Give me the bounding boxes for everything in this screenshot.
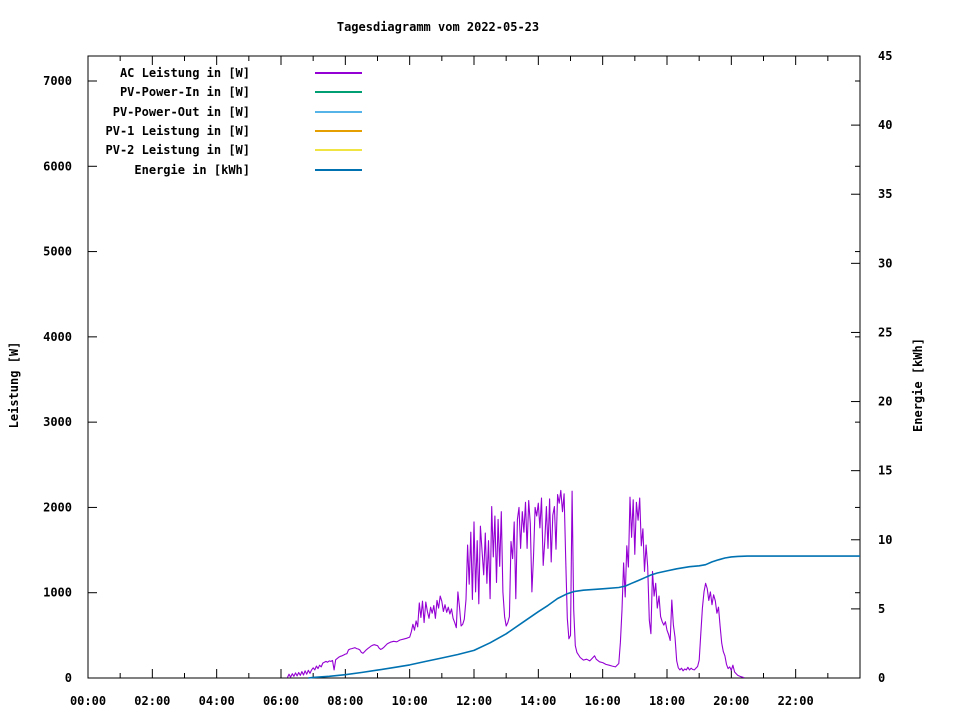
y-tick-label: 1000 <box>43 586 72 600</box>
y2-tick-label: 25 <box>878 325 892 339</box>
x-tick-label: 14:00 <box>520 694 556 708</box>
y-tick-label: 5000 <box>43 245 72 259</box>
y2-tick-label: 40 <box>878 118 892 132</box>
legend-item-ac: AC Leistung in [W] <box>90 66 370 80</box>
x-tick-label: 02:00 <box>134 694 170 708</box>
x-tick-label: 08:00 <box>327 694 363 708</box>
y2-tick-label: 0 <box>878 671 885 685</box>
legend-line-sample <box>315 130 362 132</box>
x-tick-label: 12:00 <box>456 694 492 708</box>
x-tick-label: 10:00 <box>392 694 428 708</box>
y2-tick-label: 20 <box>878 395 892 409</box>
y2-tick-label: 30 <box>878 256 892 270</box>
x-tick-label: 20:00 <box>713 694 749 708</box>
x-tick-label: 04:00 <box>199 694 235 708</box>
legend-label: PV-Power-In in [W] <box>119 85 250 99</box>
legend-item-pv1: PV-1 Leistung in [W] <box>90 124 370 138</box>
legend-label: PV-2 Leistung in [W] <box>105 143 251 157</box>
legend-label: AC Leistung in [W] <box>119 66 250 80</box>
legend-line-sample <box>315 91 362 93</box>
legend-item-energie: Energie in [kWh] <box>90 163 370 177</box>
x-tick-label: 22:00 <box>778 694 814 708</box>
y-tick-label: 7000 <box>43 74 72 88</box>
y-tick-label: 4000 <box>43 330 72 344</box>
series-ac-curve <box>286 489 745 679</box>
legend-item-pv-out: PV-Power-Out in [W] <box>90 105 370 119</box>
y2-tick-label: 35 <box>878 187 892 201</box>
chart-canvas: Tagesdiagramm vom 2022-05-23 Leistung [W… <box>0 0 960 720</box>
x-tick-label: 16:00 <box>585 694 621 708</box>
y2-tick-label: 15 <box>878 464 892 478</box>
y-tick-label: 2000 <box>43 500 72 514</box>
legend-line-sample <box>315 149 362 151</box>
y2-tick-label: 10 <box>878 533 892 547</box>
legend-line-sample <box>315 111 362 113</box>
y-tick-label: 0 <box>65 671 72 685</box>
y-tick-label: 6000 <box>43 159 72 173</box>
legend-line-sample <box>315 72 362 74</box>
legend-item-pv-in: PV-Power-In in [W] <box>90 85 370 99</box>
x-tick-label: 00:00 <box>70 694 106 708</box>
legend-label: Energie in [kWh] <box>134 163 250 177</box>
y2-tick-label: 45 <box>878 49 892 63</box>
legend-line-sample <box>315 169 362 171</box>
x-tick-label: 06:00 <box>263 694 299 708</box>
x-tick-label: 18:00 <box>649 694 685 708</box>
legend-item-pv2: PV-2 Leistung in [W] <box>90 143 370 157</box>
legend-label: PV-1 Leistung in [W] <box>105 124 251 138</box>
y-tick-label: 3000 <box>43 415 72 429</box>
y2-tick-label: 5 <box>878 602 885 616</box>
legend-label: PV-Power-Out in [W] <box>112 105 250 119</box>
